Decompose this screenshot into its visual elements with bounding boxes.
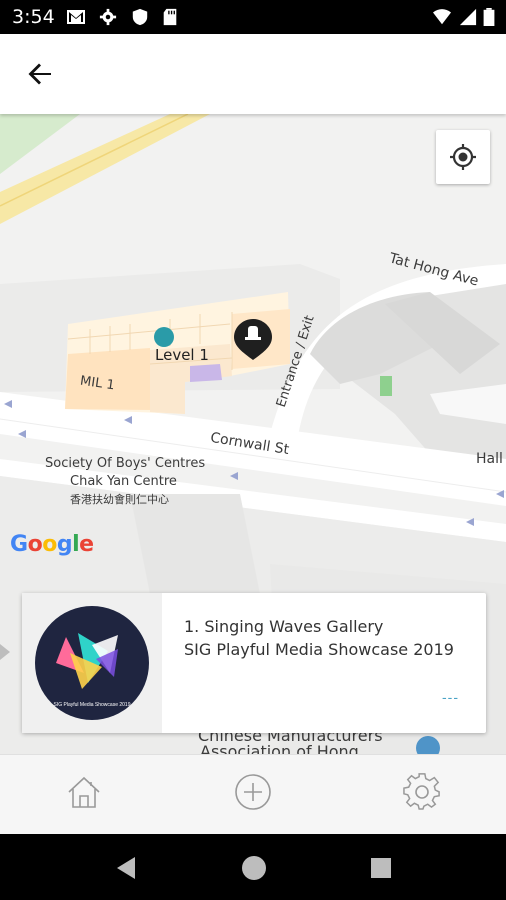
my-location-button[interactable]	[436, 130, 490, 184]
add-button[interactable]	[233, 772, 273, 812]
app-bar	[0, 34, 506, 114]
showcase-logo: SIG Playful Media Showcase 2019	[35, 606, 149, 720]
card-title: 1. Singing Waves Gallery	[184, 617, 384, 636]
system-nav-bar	[0, 834, 506, 900]
poi-society-line2: Chak Yan Centre	[70, 474, 177, 489]
back-button[interactable]	[20, 54, 60, 94]
triangle-back-icon	[117, 857, 135, 879]
level-label: Level 1	[155, 346, 209, 364]
wifi-icon	[433, 9, 451, 25]
system-recents-button[interactable]	[367, 854, 395, 882]
battery-icon	[483, 8, 495, 26]
poi-society-line3: 香港扶幼會則仁中心	[70, 493, 169, 506]
poi-society-line1: Society Of Boys' Centres	[45, 456, 206, 471]
status-bar: 3:54	[0, 0, 506, 34]
bottom-nav	[0, 754, 506, 834]
system-home-button[interactable]	[240, 854, 268, 882]
settings-status-icon	[99, 8, 117, 26]
map-view[interactable]: Tat Hong Ave Cornwall St Entrance / Exit…	[0, 114, 506, 754]
signal-icon	[459, 8, 477, 26]
shield-icon	[132, 8, 148, 26]
card-subtitle: SIG Playful Media Showcase 2019	[184, 640, 454, 659]
status-time: 3:54	[12, 6, 55, 28]
gear-icon	[403, 773, 440, 810]
home-button[interactable]	[64, 772, 104, 812]
poi-chinese-mfr-line2: Association of Hong	[200, 742, 359, 754]
google-logo: Google	[10, 532, 94, 557]
arrow-back-icon	[28, 63, 51, 85]
square-recents-icon	[371, 858, 391, 878]
system-back-button[interactable]	[113, 854, 141, 882]
my-location-icon	[450, 144, 476, 170]
home-icon	[68, 776, 100, 808]
thumb-caption: SIG Playful Media Showcase 2019	[54, 702, 131, 708]
card-more-indicator[interactable]: ---	[442, 689, 459, 705]
settings-button[interactable]	[402, 772, 442, 812]
add-circle-icon	[235, 774, 271, 810]
poi-card[interactable]: SIG Playful Media Showcase 2019 1. Singi…	[22, 593, 486, 733]
hall-label: Hall	[476, 451, 503, 467]
sd-card-icon	[163, 8, 177, 26]
gmail-icon	[67, 10, 85, 24]
card-thumbnail: SIG Playful Media Showcase 2019	[22, 593, 162, 733]
circle-home-icon	[242, 856, 266, 880]
